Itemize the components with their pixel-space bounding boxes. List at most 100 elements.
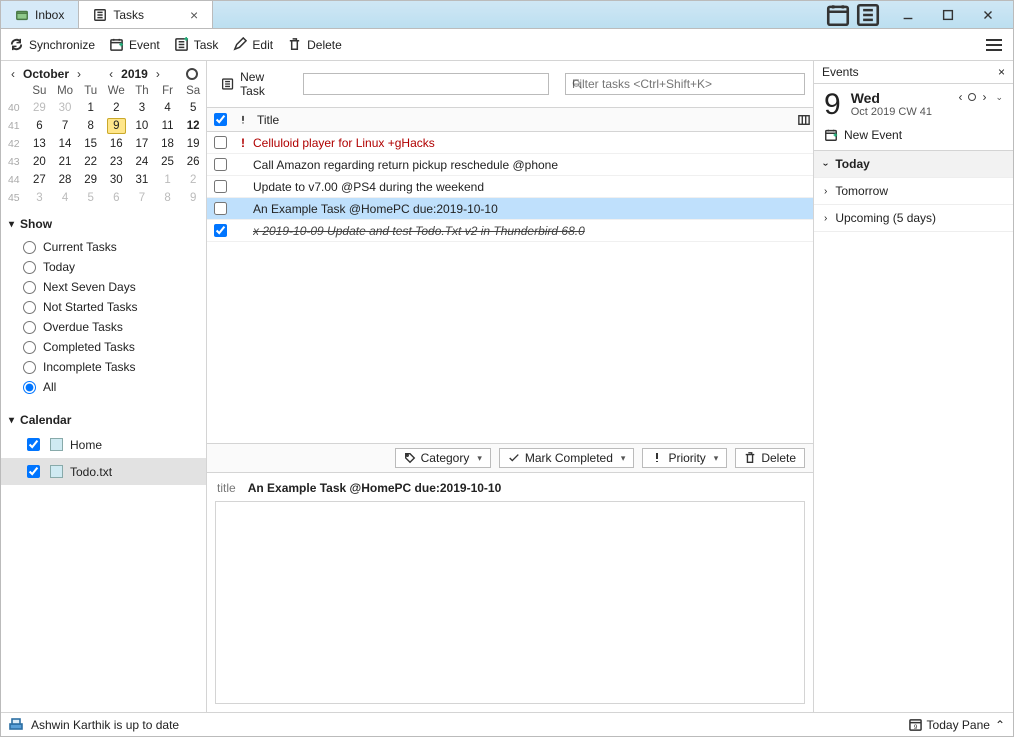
tab-tasks[interactable]: Tasks × bbox=[79, 1, 213, 28]
delete-button[interactable]: Delete bbox=[287, 37, 342, 52]
calendar-day[interactable]: 7 bbox=[52, 117, 78, 135]
show-option[interactable]: Overdue Tasks bbox=[1, 317, 206, 337]
task-checkbox[interactable] bbox=[214, 136, 227, 149]
task-row[interactable]: Update to v7.00 @PS4 during the weekend bbox=[207, 176, 813, 198]
calendar-day[interactable]: 17 bbox=[129, 135, 155, 153]
calendar-day[interactable]: 13 bbox=[27, 135, 53, 153]
priority-button[interactable]: Priority▾ bbox=[642, 448, 727, 468]
task-checkbox[interactable] bbox=[214, 158, 227, 171]
events-section[interactable]: ›Today bbox=[814, 151, 1013, 178]
calendar-day[interactable]: 12 bbox=[180, 117, 206, 135]
calendar-checkbox[interactable] bbox=[27, 438, 40, 451]
calendar-day[interactable]: 8 bbox=[78, 117, 104, 135]
app-menu-button[interactable] bbox=[983, 39, 1005, 51]
task-row[interactable]: x 2019-10-09 Update and test Todo.Txt v2… bbox=[207, 220, 813, 242]
edit-button[interactable]: Edit bbox=[232, 37, 273, 52]
minimize-button[interactable] bbox=[889, 1, 927, 28]
calendar-day[interactable]: 1 bbox=[78, 99, 104, 117]
new-event-button[interactable]: New Event bbox=[814, 120, 1013, 151]
detail-delete-button[interactable]: Delete bbox=[735, 448, 805, 468]
show-radio[interactable] bbox=[23, 341, 36, 354]
show-radio[interactable] bbox=[23, 281, 36, 294]
events-close-button[interactable]: × bbox=[998, 65, 1005, 79]
calendar-day[interactable]: 29 bbox=[27, 99, 53, 117]
events-section[interactable]: ›Upcoming (5 days) bbox=[814, 205, 1013, 232]
show-section-header[interactable]: ▾ Show bbox=[1, 207, 206, 235]
calendar-item[interactable]: Todo.txt bbox=[1, 458, 206, 485]
header-priority-icon[interactable] bbox=[233, 115, 253, 125]
calendar-day[interactable]: 3 bbox=[27, 189, 53, 207]
show-option[interactable]: Next Seven Days bbox=[1, 277, 206, 297]
task-button[interactable]: Task bbox=[174, 37, 219, 52]
calendar-day[interactable]: 25 bbox=[155, 153, 181, 171]
calendar-day[interactable]: 5 bbox=[180, 99, 206, 117]
header-title[interactable]: Title bbox=[253, 113, 795, 127]
task-row[interactable]: An Example Task @HomePC due:2019-10-10 bbox=[207, 198, 813, 220]
calendar-day[interactable]: 4 bbox=[155, 99, 181, 117]
show-radio[interactable] bbox=[23, 381, 36, 394]
calendar-day[interactable]: 14 bbox=[52, 135, 78, 153]
calendar-day[interactable]: 6 bbox=[104, 189, 130, 207]
show-option[interactable]: Not Started Tasks bbox=[1, 297, 206, 317]
synchronize-button[interactable]: Synchronize bbox=[9, 37, 95, 52]
calendar-day[interactable]: 9 bbox=[180, 189, 206, 207]
maximize-button[interactable] bbox=[929, 1, 967, 28]
show-radio[interactable] bbox=[23, 301, 36, 314]
event-button[interactable]: Event bbox=[109, 37, 160, 52]
calendar-day[interactable]: 31 bbox=[129, 171, 155, 189]
task-checkbox[interactable] bbox=[214, 180, 227, 193]
month-next-button[interactable]: › bbox=[75, 67, 83, 81]
task-detail-body[interactable] bbox=[215, 501, 805, 704]
calendar-day[interactable]: 1 bbox=[155, 171, 181, 189]
calendar-day[interactable]: 6 bbox=[27, 117, 53, 135]
mini-calendar[interactable]: SuMoTuWeThFrSa40293012345416789101112421… bbox=[1, 83, 206, 207]
calendar-day[interactable]: 24 bbox=[129, 153, 155, 171]
calendar-day[interactable]: 8 bbox=[155, 189, 181, 207]
month-prev-button[interactable]: ‹ bbox=[9, 67, 17, 81]
category-button[interactable]: Category▾ bbox=[395, 448, 491, 468]
calendar-day[interactable]: 2 bbox=[104, 99, 130, 117]
calendar-day[interactable]: 15 bbox=[78, 135, 104, 153]
calendar-day[interactable]: 20 bbox=[27, 153, 53, 171]
calendar-day[interactable]: 18 bbox=[155, 135, 181, 153]
calendar-day[interactable]: 26 bbox=[180, 153, 206, 171]
header-checkbox[interactable] bbox=[207, 110, 233, 129]
year-next-button[interactable]: › bbox=[154, 67, 162, 81]
show-option[interactable]: Incomplete Tasks bbox=[1, 357, 206, 377]
calendar-day[interactable]: 16 bbox=[104, 135, 130, 153]
close-window-button[interactable] bbox=[969, 1, 1007, 28]
calendar-section-header[interactable]: ▾ Calendar bbox=[1, 403, 206, 431]
filter-tasks-input[interactable] bbox=[565, 73, 805, 95]
events-prev-button[interactable]: ‹ bbox=[958, 90, 962, 104]
calendar-day[interactable]: 29 bbox=[78, 171, 104, 189]
calendar-day[interactable]: 27 bbox=[27, 171, 53, 189]
column-picker-icon[interactable] bbox=[795, 114, 813, 126]
calendar-icon[interactable] bbox=[825, 1, 851, 28]
today-button[interactable] bbox=[186, 68, 198, 80]
new-task-button[interactable]: New Task bbox=[215, 67, 295, 101]
calendar-item[interactable]: Home bbox=[1, 431, 206, 458]
show-option[interactable]: All bbox=[1, 377, 206, 397]
calendar-day[interactable]: 23 bbox=[104, 153, 130, 171]
calendar-day[interactable]: 19 bbox=[180, 135, 206, 153]
events-today-button[interactable] bbox=[968, 93, 976, 101]
events-next-button[interactable]: › bbox=[982, 90, 986, 104]
show-radio[interactable] bbox=[23, 261, 36, 274]
calendar-day[interactable]: 21 bbox=[52, 153, 78, 171]
close-icon[interactable]: × bbox=[190, 7, 198, 23]
task-row[interactable]: !Celluloid player for Linux +gHacks bbox=[207, 132, 813, 154]
new-task-input[interactable] bbox=[303, 73, 549, 95]
show-radio[interactable] bbox=[23, 361, 36, 374]
calendar-day[interactable]: 7 bbox=[129, 189, 155, 207]
task-checkbox[interactable] bbox=[214, 224, 227, 237]
show-option[interactable]: Completed Tasks bbox=[1, 337, 206, 357]
calendar-day[interactable]: 3 bbox=[129, 99, 155, 117]
calendar-day[interactable]: 30 bbox=[52, 99, 78, 117]
calendar-day[interactable]: 4 bbox=[52, 189, 78, 207]
tab-inbox[interactable]: Inbox bbox=[1, 1, 79, 28]
year-prev-button[interactable]: ‹ bbox=[107, 67, 115, 81]
calendar-day[interactable]: 22 bbox=[78, 153, 104, 171]
calendar-day[interactable]: 5 bbox=[78, 189, 104, 207]
show-option[interactable]: Current Tasks bbox=[1, 237, 206, 257]
show-radio[interactable] bbox=[23, 321, 36, 334]
